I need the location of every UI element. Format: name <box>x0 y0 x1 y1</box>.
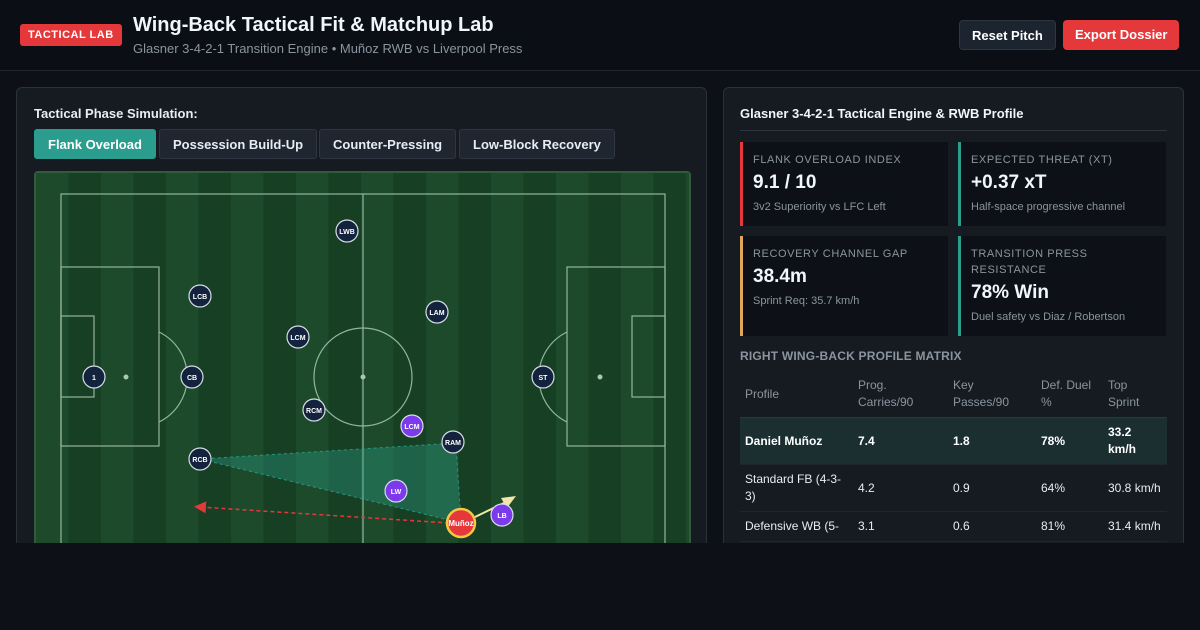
title-divider <box>740 130 1167 131</box>
card-subtext: 3v2 Superiority vs LFC Left <box>753 201 886 213</box>
column-header: Key Passes/90 <box>948 371 1036 418</box>
player-token[interactable]: LCM <box>400 414 424 438</box>
export-dossier-button[interactable]: Export Dossier <box>1063 20 1180 50</box>
page-subtitle: Glasner 3-4-2-1 Transition Engine • Muño… <box>133 41 523 56</box>
tab-flank-overload[interactable]: Flank Overload <box>34 129 156 159</box>
player-token[interactable]: LAM <box>425 300 449 324</box>
table-cell: 78% <box>1036 417 1103 465</box>
table-row[interactable]: Daniel Muñoz 7.4 1.8 78% 33.2 km/h <box>740 417 1167 465</box>
profile-matrix-table: Profile Prog. Carries/90 Key Passes/90 D… <box>740 371 1167 542</box>
player-label: LCM <box>404 424 419 431</box>
player-token[interactable]: LCM <box>286 325 310 349</box>
card-subtext: Duel safety vs Diaz / Robertson <box>971 311 1126 323</box>
table-cell: 30.8 km/h <box>1103 464 1167 512</box>
tab-possession-build-up[interactable]: Possession Build-Up <box>159 129 318 159</box>
page-title: Wing-Back Tactical Fit & Matchup Lab <box>133 14 494 36</box>
player-token[interactable]: RCB <box>188 447 212 471</box>
player-label: CB <box>187 375 197 382</box>
player-token[interactable]: LCB <box>188 284 212 308</box>
expected-threat-card: EXPECTED THREAT (XT) +0.37 xT Half-space… <box>958 142 1166 226</box>
tactical-pitch[interactable]: 1 LCB CB RCB LWB LCM RCM LAM RAM ST LCM LW LB Muñoz <box>34 171 691 551</box>
profile-title: Glasner 3-4-2-1 Tactical Engine & RWB Pr… <box>740 106 1024 121</box>
table-cell: Daniel Muñoz <box>740 417 853 465</box>
tab-counter-pressing[interactable]: Counter-Pressing <box>319 129 457 159</box>
player-token[interactable]: LW <box>384 479 408 503</box>
flank-overload-card: FLANK OVERLOAD INDEX 9.1 / 10 3v2 Superi… <box>740 142 948 226</box>
card-value: +0.37 xT <box>971 172 1047 193</box>
player-token[interactable]: RAM <box>441 430 465 454</box>
table-row[interactable]: Defensive WB (5- 3.1 0.6 81% 31.4 km/h <box>740 511 1167 542</box>
player-label: RAM <box>445 440 461 447</box>
card-value: 78% Win <box>971 282 1049 303</box>
table-cell: 4.2 <box>853 464 948 512</box>
table-cell: 64% <box>1036 464 1103 512</box>
tab-low-block-recovery[interactable]: Low-Block Recovery <box>459 129 615 159</box>
player-label: LB <box>497 513 506 520</box>
player-label: LCB <box>193 294 207 301</box>
column-header: Profile <box>740 371 853 418</box>
table-cell: 81% <box>1036 511 1103 542</box>
player-token[interactable]: ST <box>531 365 555 389</box>
player-token[interactable]: LB <box>490 503 514 527</box>
table-cell: 3.1 <box>853 511 948 542</box>
player-label: LAM <box>429 310 444 317</box>
app-header: TACTICAL LAB Wing-Back Tactical Fit & Ma… <box>0 0 1200 71</box>
table-cell: 7.4 <box>853 417 948 465</box>
reset-pitch-button[interactable]: Reset Pitch <box>959 20 1056 50</box>
profile-panel: Glasner 3-4-2-1 Tactical Engine & RWB Pr… <box>723 87 1184 557</box>
press-resistance-card: TRANSITION PRESS RESISTANCE 78% Win Duel… <box>958 236 1166 336</box>
card-label: FLANK OVERLOAD INDEX <box>753 154 902 166</box>
player-token[interactable]: CB <box>180 365 204 389</box>
phase-label: Tactical Phase Simulation: <box>34 106 198 121</box>
matrix-label: RIGHT WING-BACK PROFILE MATRIX <box>740 349 962 363</box>
table-cell: Defensive WB (5- <box>740 511 853 542</box>
card-subtext: Sprint Req: 35.7 km/h <box>753 295 860 307</box>
table-row[interactable]: Standard FB (4-3-3) 4.2 0.9 64% 30.8 km/… <box>740 464 1167 512</box>
player-token[interactable]: LWB <box>335 219 359 243</box>
simulation-panel: Tactical Phase Simulation: Flank Overloa… <box>16 87 707 557</box>
player-token[interactable]: 1 <box>82 365 106 389</box>
card-label: EXPECTED THREAT (XT) <box>971 154 1113 166</box>
player-label: Muñoz <box>448 519 473 528</box>
player-label: LWB <box>339 229 355 236</box>
table-cell: 31.4 km/h <box>1103 511 1167 542</box>
player-label: RCB <box>192 457 207 464</box>
card-value: 9.1 / 10 <box>753 172 817 193</box>
column-header: Def. Duel % <box>1036 371 1103 418</box>
recovery-gap-card: RECOVERY CHANNEL GAP 38.4m Sprint Req: 3… <box>740 236 948 336</box>
player-label: ST <box>539 375 549 382</box>
tactical-lab-badge: TACTICAL LAB <box>20 24 122 46</box>
table-header-row: Profile Prog. Carries/90 Key Passes/90 D… <box>740 371 1167 418</box>
table-cell: 1.8 <box>948 417 1036 465</box>
player-label: LCM <box>290 335 305 342</box>
card-value: 38.4m <box>753 266 807 287</box>
table-cell: Standard FB (4-3-3) <box>740 464 853 512</box>
player-label: LW <box>391 489 402 496</box>
table-cell: 0.6 <box>948 511 1036 542</box>
page-footer-area <box>0 543 1200 630</box>
table-cell: 0.9 <box>948 464 1036 512</box>
column-header: Prog. Carries/90 <box>853 371 948 418</box>
pitch-svg: 1 LCB CB RCB LWB LCM RCM LAM RAM ST LCM LW LB Muñoz <box>36 173 689 549</box>
player-label: RCM <box>306 408 322 415</box>
column-header: Top Sprint <box>1103 371 1167 418</box>
player-token-munoz[interactable]: Muñoz <box>445 507 477 539</box>
table-cell: 33.2 km/h <box>1103 417 1167 465</box>
player-label: 1 <box>92 375 96 382</box>
card-label: RECOVERY CHANNEL GAP <box>753 248 908 260</box>
player-token[interactable]: RCM <box>302 398 326 422</box>
card-label: TRANSITION PRESS RESISTANCE <box>971 248 1088 276</box>
card-subtext: Half-space progressive channel <box>971 201 1126 213</box>
